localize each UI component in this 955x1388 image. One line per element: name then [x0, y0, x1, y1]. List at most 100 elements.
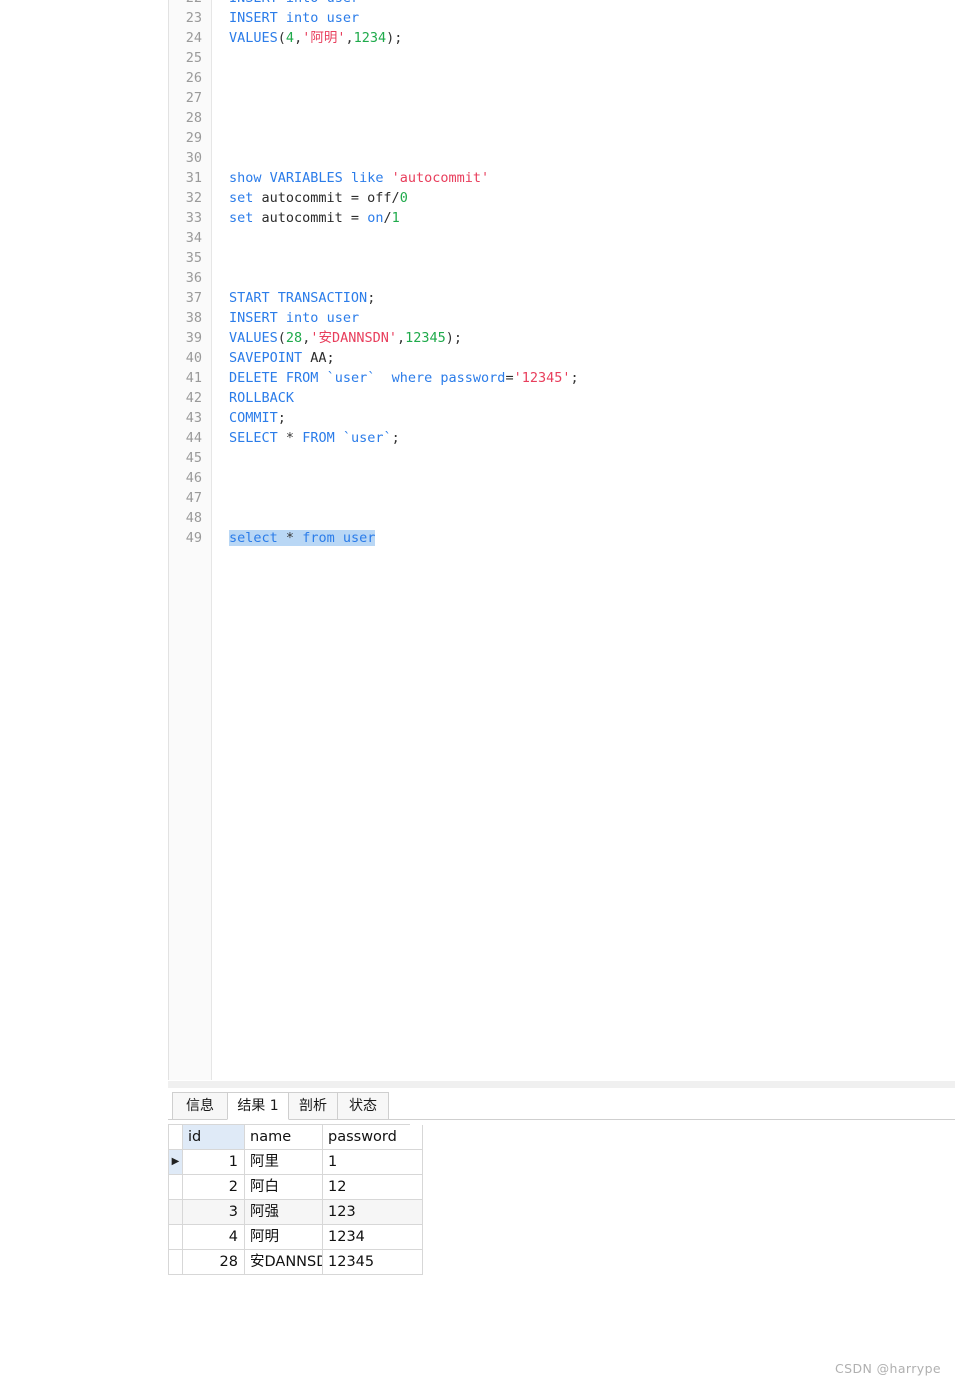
code-line[interactable]: 30: [168, 148, 955, 168]
grid-cell[interactable]: 阿明: [245, 1225, 323, 1250]
code-token: into: [286, 0, 319, 6]
grid-cell[interactable]: 123: [323, 1200, 423, 1225]
code-token: '阿明': [302, 30, 346, 46]
result-tab[interactable]: 状态: [337, 1092, 389, 1120]
code-token: *: [285, 430, 295, 446]
code-line[interactable]: 47: [168, 488, 955, 508]
code-line[interactable]: 25: [168, 48, 955, 68]
grid-cell[interactable]: 2: [183, 1175, 245, 1200]
code-token: set: [229, 190, 254, 206]
grid-row[interactable]: 4 阿明 1234: [169, 1225, 423, 1250]
code-line-text[interactable]: SELECT * FROM `user`;: [229, 428, 400, 448]
code-line-text[interactable]: show VARIABLES like 'autocommit': [229, 168, 489, 188]
grid-column-header[interactable]: name: [245, 1125, 323, 1150]
code-line-text[interactable]: VALUES(4,'阿明',1234);: [229, 28, 402, 48]
code-line-text[interactable]: SAVEPOINT AA;: [229, 348, 335, 368]
code-token: `user`: [326, 370, 376, 386]
row-marker[interactable]: ▶: [169, 1150, 183, 1175]
code-line-text[interactable]: VALUES(28,'安DANNSDN',12345);: [229, 328, 462, 348]
code-line-text[interactable]: INSERT into user: [229, 0, 359, 8]
grid-cell[interactable]: 阿里: [245, 1150, 323, 1175]
code-line-text[interactable]: set autocommit = on/1: [229, 208, 400, 228]
code-line[interactable]: 45: [168, 448, 955, 468]
grid-cell[interactable]: 阿白: [245, 1175, 323, 1200]
result-tab[interactable]: 信息: [172, 1092, 228, 1120]
code-line[interactable]: 31 show VARIABLES like 'autocommit': [168, 168, 955, 188]
grid-cell[interactable]: 1234: [323, 1225, 423, 1250]
grid-corner-cell: [169, 1125, 183, 1150]
grid-row[interactable]: 3 阿强 123: [169, 1200, 423, 1225]
code-line[interactable]: 32 set autocommit = off/0: [168, 188, 955, 208]
line-number: 27: [185, 90, 202, 106]
code-line[interactable]: 48: [168, 508, 955, 528]
grid-row[interactable]: 2 阿白 12: [169, 1175, 423, 1200]
row-marker[interactable]: [169, 1200, 183, 1225]
code-line-text[interactable]: INSERT into user: [229, 308, 359, 328]
grid-cell[interactable]: 4: [183, 1225, 245, 1250]
grid-cell[interactable]: 阿强: [245, 1200, 323, 1225]
code-line[interactable]: 43 COMMIT;: [168, 408, 955, 428]
code-line[interactable]: 26: [168, 68, 955, 88]
grid-cell[interactable]: 1: [323, 1150, 423, 1175]
code-line-text[interactable]: START TRANSACTION;: [229, 288, 375, 308]
result-tab-strip[interactable]: 信息 结果 1 剖析 状态: [168, 1092, 955, 1120]
code-line[interactable]: 24 VALUES(4,'阿明',1234);: [168, 28, 955, 48]
code-line-text[interactable]: ROLLBACK: [229, 388, 294, 408]
code-line-text[interactable]: COMMIT;: [229, 408, 286, 428]
row-marker[interactable]: [169, 1225, 183, 1250]
code-line[interactable]: 29: [168, 128, 955, 148]
code-line[interactable]: 28: [168, 108, 955, 128]
code-line[interactable]: 34: [168, 228, 955, 248]
result-grid[interactable]: id name password ▶ 1 阿里 1 2 阿白 12 3 阿强 123 4 阿明 1234 28 安…: [168, 1124, 423, 1275]
code-line[interactable]: 37 START TRANSACTION;: [168, 288, 955, 308]
code-line[interactable]: 42 ROLLBACK: [168, 388, 955, 408]
code-line[interactable]: 39 VALUES(28,'安DANNSDN',12345);: [168, 328, 955, 348]
grid-row[interactable]: 28安DANNSDN12345: [169, 1250, 423, 1275]
grid-cell[interactable]: 12: [323, 1175, 423, 1200]
code-token: DELETE: [229, 370, 278, 386]
code-line[interactable]: 49 select * from user: [168, 528, 955, 548]
result-tab[interactable]: 剖析: [288, 1092, 338, 1120]
code-line-text[interactable]: DELETE FROM `user` where password='12345…: [229, 368, 579, 388]
line-number: 38: [185, 310, 202, 326]
grid-column-header[interactable]: password: [323, 1125, 423, 1150]
selected-text[interactable]: select * from user: [229, 530, 376, 546]
code-line[interactable]: 22 INSERT into user: [168, 0, 955, 8]
code-line-text[interactable]: INSERT into user: [229, 8, 359, 28]
code-line[interactable]: 40 SAVEPOINT AA;: [168, 348, 955, 368]
code-token: SELECT: [229, 430, 278, 446]
row-marker[interactable]: [169, 1250, 183, 1275]
line-number: 33: [185, 210, 202, 226]
code-line[interactable]: 38 INSERT into user: [168, 308, 955, 328]
code-token: into: [285, 10, 319, 26]
grid-cell[interactable]: 3: [183, 1200, 245, 1225]
grid-cell[interactable]: 安DANNSDN: [245, 1250, 323, 1275]
sql-code-area[interactable]: 22 INSERT into user 23 INSERT into user 24 VA…: [168, 0, 955, 1080]
code-line[interactable]: 46: [168, 468, 955, 488]
row-marker[interactable]: [169, 1175, 183, 1200]
grid-row[interactable]: ▶ 1 阿里 1: [169, 1150, 423, 1175]
result-panel: 信息 结果 1 剖析 状态 id name password ▶ 1 阿里 1 2 阿白 12 3 阿强 12…: [168, 1088, 955, 1388]
code-token: 1234: [353, 30, 387, 46]
grid-cell[interactable]: 12345: [323, 1250, 423, 1275]
code-line[interactable]: 44 SELECT * FROM `user`;: [168, 428, 955, 448]
code-line[interactable]: 23 INSERT into user: [168, 8, 955, 28]
sql-editor-pane[interactable]: 22 INSERT into user 23 INSERT into user 24 VA…: [168, 0, 955, 1080]
code-token: `user`: [342, 430, 392, 446]
code-line-text[interactable]: select * from user: [229, 528, 376, 548]
grid-cell[interactable]: 1: [183, 1150, 245, 1175]
grid-cell[interactable]: 28: [183, 1250, 245, 1275]
code-token: ROLLBACK: [229, 390, 295, 406]
code-line[interactable]: 36: [168, 268, 955, 288]
result-tab[interactable]: 结果 1: [227, 1092, 289, 1120]
code-line[interactable]: 27: [168, 88, 955, 108]
code-line[interactable]: 33 set autocommit = on/1: [168, 208, 955, 228]
code-line-text[interactable]: set autocommit = off/0: [229, 188, 408, 208]
code-line[interactable]: 35: [168, 248, 955, 268]
grid-column-header[interactable]: id: [183, 1125, 245, 1150]
code-line[interactable]: 41 DELETE FROM `user` where password='123…: [168, 368, 955, 388]
code-token: where: [391, 370, 433, 386]
